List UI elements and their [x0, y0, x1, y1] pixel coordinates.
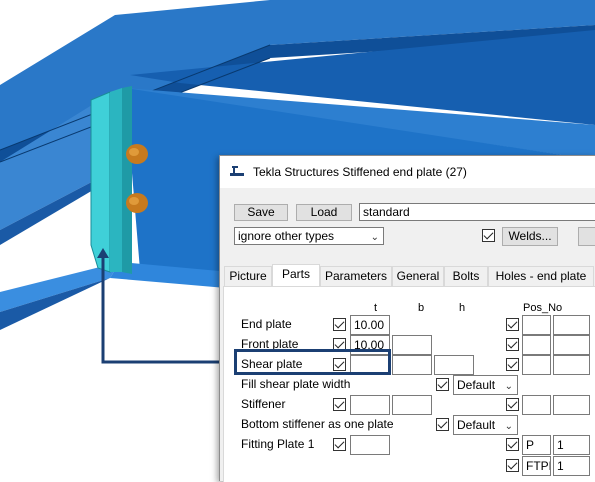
column-header-pos-no: Pos_No	[523, 302, 563, 314]
bottom-stiffener-dropdown[interactable]: Default ⌄	[453, 415, 518, 435]
end-plate-checkbox[interactable]	[333, 318, 346, 331]
front-plate-pos-prefix[interactable]	[522, 335, 551, 355]
stiffener-width[interactable]	[392, 395, 432, 415]
tab-parameters[interactable]: Parameters	[320, 266, 392, 286]
stiffener-checkbox[interactable]	[333, 398, 346, 411]
preset-field[interactable]: standard	[359, 203, 595, 221]
column-header-b: b	[418, 302, 425, 314]
bolt[interactable]	[126, 144, 148, 164]
welds-button[interactable]: Welds...	[502, 227, 558, 246]
welds-checkbox[interactable]	[482, 229, 495, 242]
column-header-h: h	[459, 302, 466, 314]
window-title: Tekla Structures Stiffened end plate (27…	[253, 165, 467, 179]
bolt[interactable]	[126, 193, 148, 213]
row-label-fitting-plate-1: Fitting Plate 1	[241, 437, 315, 451]
fitting-plate-part-pos-prefix[interactable]: FTPL	[522, 456, 551, 476]
shear-plate-pos-start[interactable]	[553, 355, 590, 375]
bottom-stiffener-checkbox[interactable]	[436, 418, 449, 431]
row-label-bottom-stiffener: Bottom stiffener as one plate	[241, 417, 394, 431]
tab-holes-end-plate[interactable]: Holes - end plate	[488, 266, 594, 286]
row-label-stiffener: Stiffener	[241, 397, 286, 411]
fill-shear-plate-width-checkbox[interactable]	[436, 378, 449, 391]
extra-button[interactable]	[578, 227, 595, 246]
tab-strip: Picture Parts Parameters General Bolts H…	[220, 264, 595, 287]
stiffener-pos-checkbox[interactable]	[506, 398, 519, 411]
fitting-plate-thickness[interactable]	[350, 435, 390, 455]
fitting-plate-checkbox[interactable]	[333, 438, 346, 451]
title-bar: Tekla Structures Stiffened end plate (27…	[220, 156, 595, 188]
shear-plate-pos-prefix[interactable]	[522, 355, 551, 375]
fitting-plate-pos-start[interactable]: 1	[553, 435, 590, 455]
tab-general[interactable]: General	[392, 266, 444, 286]
front-plate-pos-start[interactable]	[553, 335, 590, 355]
row-label-fill-shear-plate-width: Fill shear plate width	[241, 377, 351, 391]
tab-bolts[interactable]: Bolts	[444, 266, 488, 286]
shear-plate-pos-checkbox[interactable]	[506, 358, 519, 371]
fitting-plate-pos-checkbox[interactable]	[506, 438, 519, 451]
chevron-down-icon: ⌄	[370, 232, 379, 243]
save-button[interactable]: Save	[234, 204, 288, 221]
end-plate[interactable]	[90, 86, 132, 274]
stiffener-pos-prefix[interactable]	[522, 395, 551, 415]
load-button[interactable]: Load	[296, 204, 352, 221]
tab-parts[interactable]: Parts	[272, 264, 320, 287]
tab-picture[interactable]: Picture	[224, 266, 272, 286]
front-plate-pos-checkbox[interactable]	[506, 338, 519, 351]
stiffened-end-plate-dialog: Tekla Structures Stiffened end plate (27…	[219, 155, 595, 482]
row-label-end-plate: End plate	[241, 317, 292, 331]
parts-panel: t b h Pos_No End plate 10.00 Front plate…	[223, 286, 595, 482]
shear-plate-highlight	[234, 349, 391, 375]
end-plate-pos-start[interactable]	[553, 315, 590, 335]
column-header-t: t	[374, 302, 378, 314]
chevron-down-icon: ⌄	[504, 381, 513, 392]
fitting-plate-part-pos-checkbox[interactable]	[506, 459, 519, 472]
filter-dropdown[interactable]: ignore other types ⌄	[234, 227, 384, 245]
fill-shear-plate-width-dropdown[interactable]: Default ⌄	[453, 375, 518, 395]
stiffener-thickness[interactable]	[350, 395, 390, 415]
shear-plate-width[interactable]	[392, 355, 432, 375]
chevron-down-icon: ⌄	[504, 421, 513, 432]
fitting-plate-part-pos-start[interactable]: 1	[553, 456, 590, 476]
end-plate-pos-checkbox[interactable]	[506, 318, 519, 331]
front-plate-width[interactable]	[392, 335, 432, 355]
fitting-plate-pos-prefix[interactable]: P	[522, 435, 551, 455]
stiffener-pos-start[interactable]	[553, 395, 590, 415]
shear-plate-height[interactable]	[434, 355, 474, 375]
end-plate-pos-prefix[interactable]	[522, 315, 551, 335]
end-plate-thickness[interactable]: 10.00	[350, 315, 390, 335]
tekla-app-icon	[230, 166, 244, 176]
